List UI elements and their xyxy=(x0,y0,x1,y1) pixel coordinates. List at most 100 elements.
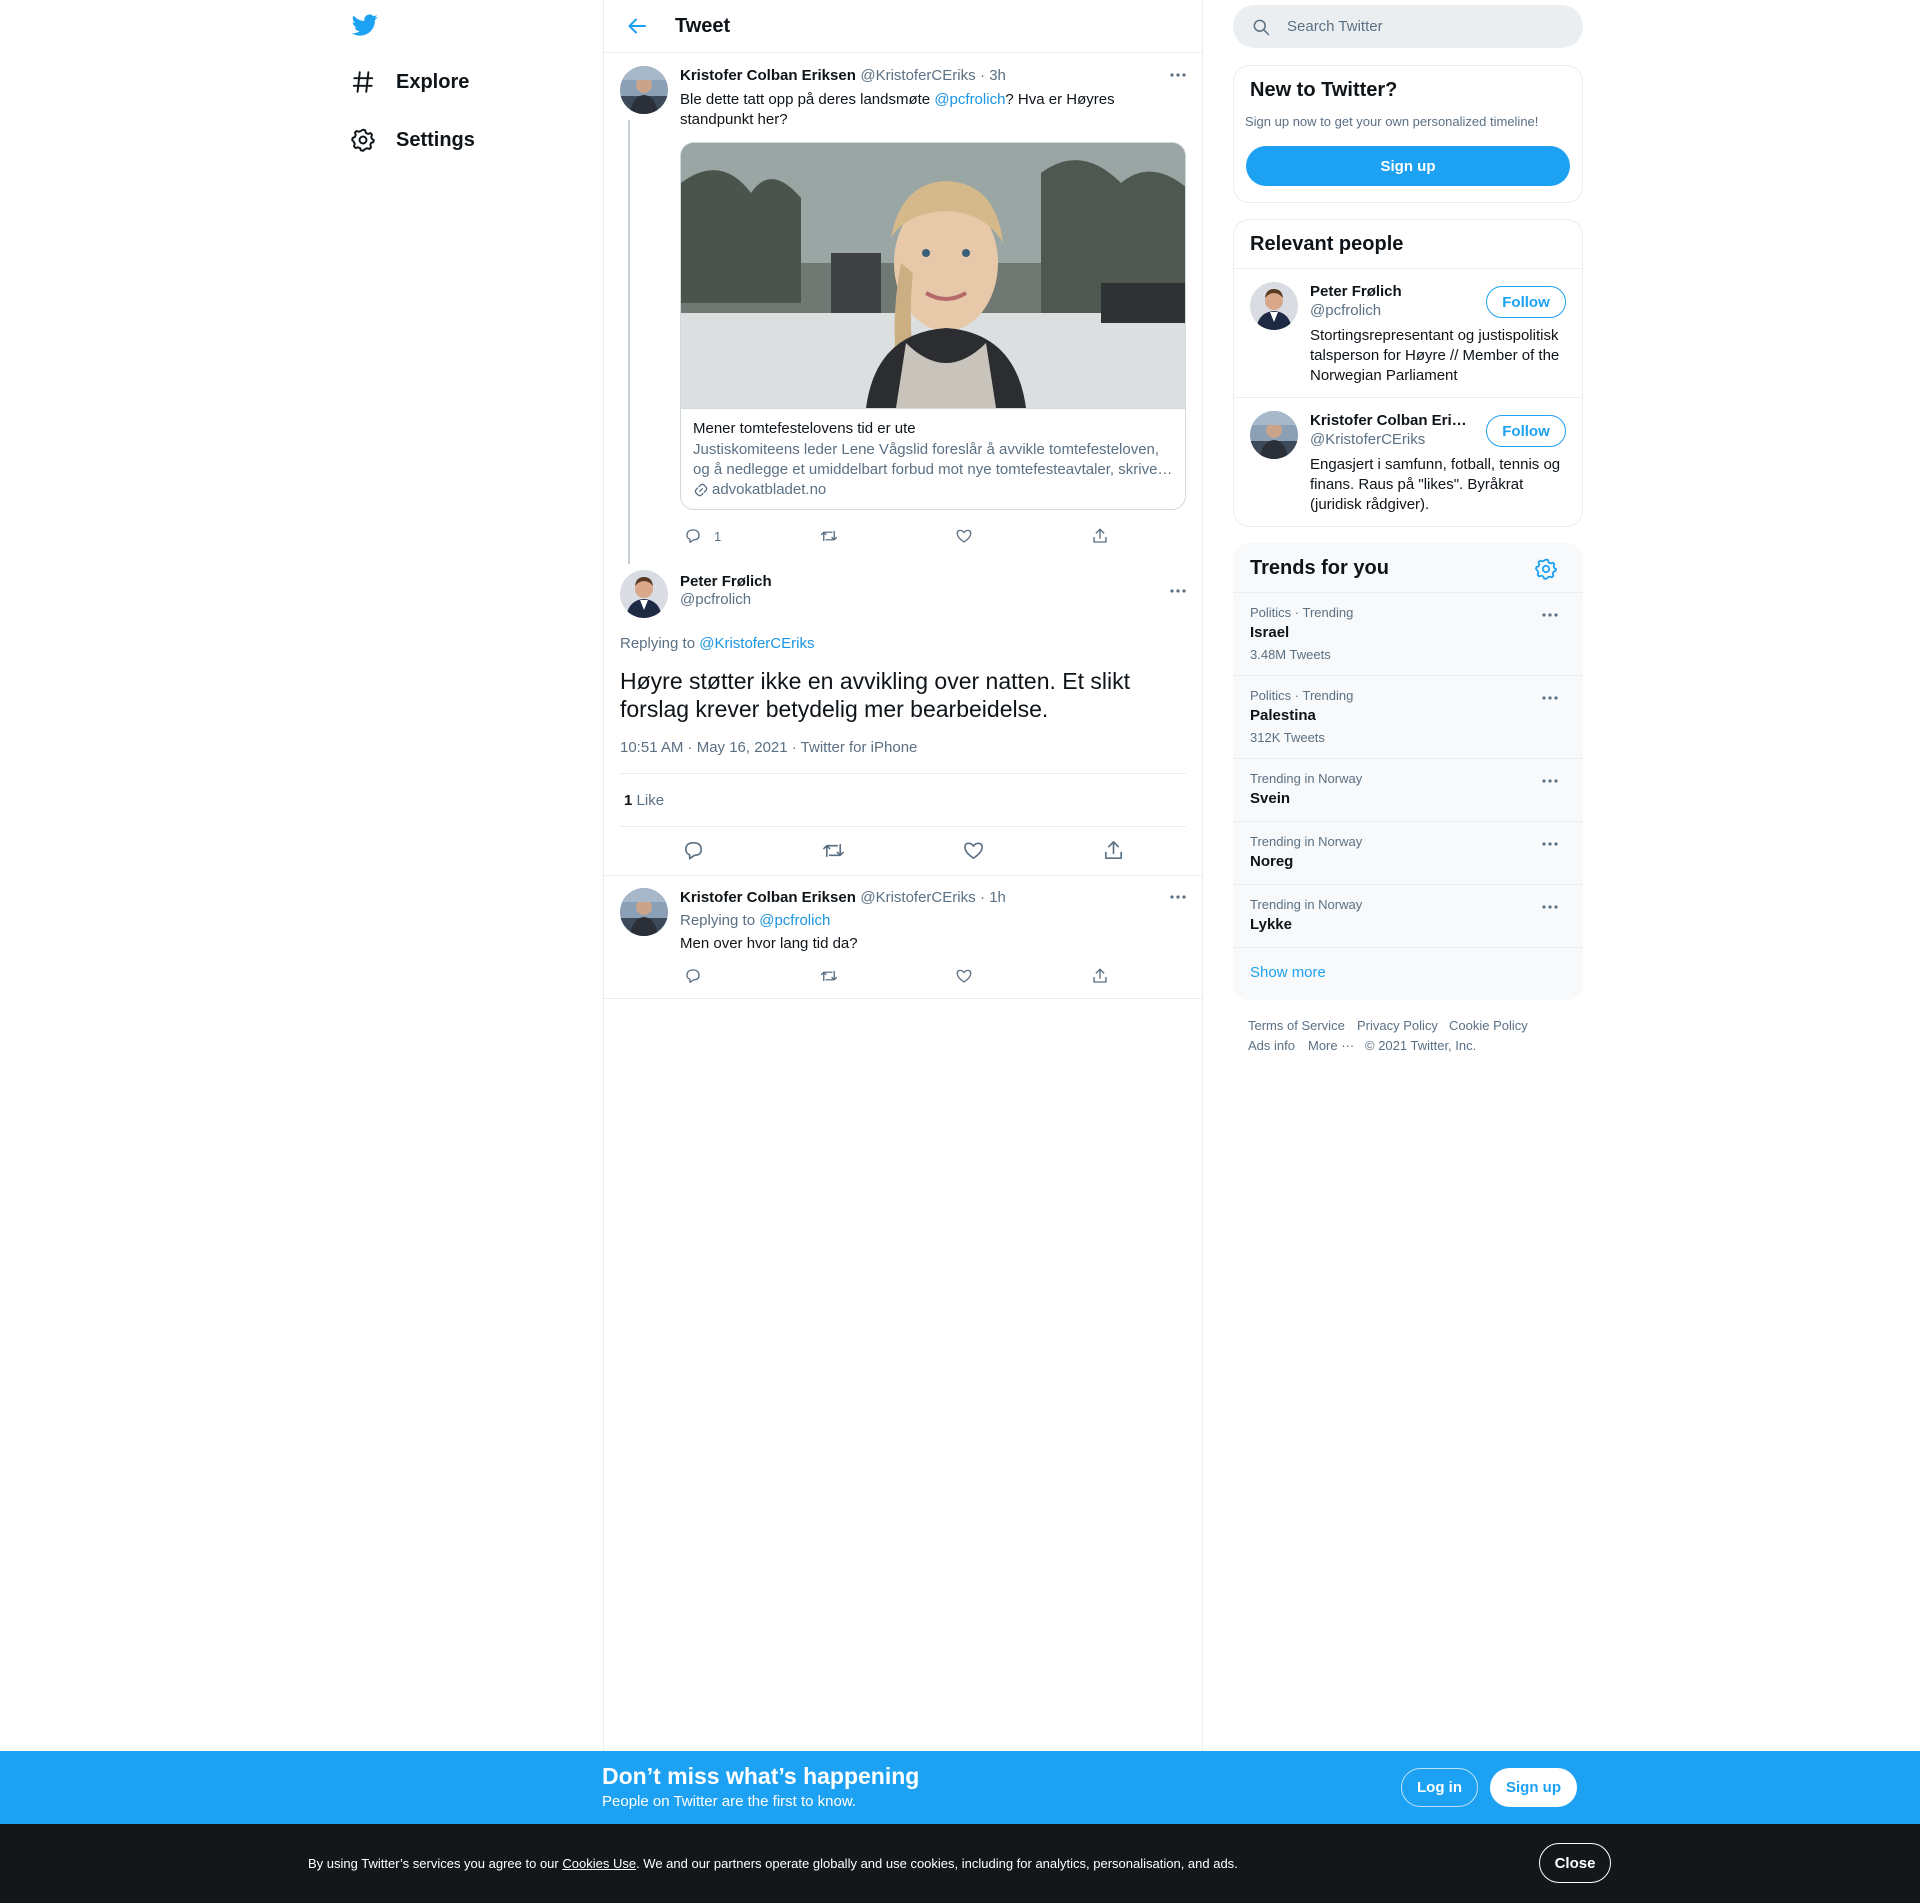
person-handle[interactable]: @pcfrolich xyxy=(1310,302,1402,319)
share-button[interactable] xyxy=(1091,527,1109,545)
copyright: © 2021 Twitter, Inc. xyxy=(1365,1038,1477,1053)
avatar[interactable] xyxy=(1250,411,1298,459)
author-handle[interactable]: @pcfrolich xyxy=(680,591,772,608)
heart-icon[interactable] xyxy=(955,967,973,985)
search-bar[interactable]: Search Twitter xyxy=(1233,5,1583,48)
cookie-policy-link[interactable]: Cookie Policy xyxy=(1449,1018,1528,1033)
reply-icon xyxy=(686,529,700,544)
signup-button[interactable]: Sign up xyxy=(1246,146,1570,186)
person-bio: Engasjert i samfunn, fotball, tennis og … xyxy=(1310,456,1561,513)
link-icon xyxy=(694,483,708,496)
more-options-icon[interactable] xyxy=(1168,581,1188,601)
like-button[interactable] xyxy=(955,527,973,545)
nav-settings[interactable]: Settings xyxy=(350,120,475,160)
tweet-timestamp[interactable]: 10:51 AM · May 16, 2021 · Twitter for iP… xyxy=(620,739,917,756)
trend-item[interactable]: Politics · Trending Palestina 312K Tweet… xyxy=(1234,675,1582,758)
share-icon[interactable] xyxy=(1091,967,1109,985)
reply-tweet[interactable]: Kristofer Colban Eriksen @KristoferCErik… xyxy=(604,876,1202,999)
more-options-icon[interactable] xyxy=(1168,887,1188,907)
trend-name: Palestina xyxy=(1250,707,1316,724)
gear-icon[interactable] xyxy=(1534,557,1558,581)
trend-item[interactable]: Trending in Norway Svein xyxy=(1234,758,1582,821)
trends-card: Trends for you Politics · Trending Israe… xyxy=(1233,543,1583,1000)
person-item[interactable]: Peter Frølich @pcfrolich Follow Storting… xyxy=(1234,268,1582,397)
author-name[interactable]: Kristofer Colban Eriksen xyxy=(680,67,856,84)
show-more-row: Show more xyxy=(1234,947,1582,999)
avatar[interactable] xyxy=(620,570,668,618)
more-options-icon[interactable] xyxy=(1540,688,1560,708)
author-name[interactable]: Peter Frølich xyxy=(680,573,772,590)
more-options-icon[interactable] xyxy=(1168,65,1188,85)
cookie-bar: By using Twitter’s services you agree to… xyxy=(0,1824,1920,1903)
banner-title: Don’t miss what’s happening xyxy=(602,1763,920,1789)
author-handle[interactable]: @KristoferCEriks xyxy=(860,889,975,906)
person-name[interactable]: Kristofer Colban Eri… xyxy=(1310,412,1467,429)
avatar[interactable] xyxy=(620,888,668,936)
author-handle[interactable]: @KristoferCEriks xyxy=(860,67,975,84)
tweet-time[interactable]: · 1h xyxy=(980,889,1006,906)
trend-meta: Trending in Norway xyxy=(1250,771,1363,786)
new-to-twitter-card: New to Twitter? Sign up now to get your … xyxy=(1233,65,1583,203)
person-handle[interactable]: @KristoferCEriks xyxy=(1310,431,1467,448)
trend-item[interactable]: Trending in Norway Lykke xyxy=(1234,884,1582,947)
retweet-icon[interactable] xyxy=(822,839,845,862)
trend-name: Svein xyxy=(1250,790,1291,807)
reply-count: 1 xyxy=(714,528,722,544)
more-options-icon[interactable] xyxy=(1540,771,1560,791)
trend-count: 3.48M Tweets xyxy=(1250,647,1331,662)
trend-item[interactable]: Politics · Trending Israel 3.48M Tweets xyxy=(1234,592,1582,675)
cookies-use-link[interactable]: Cookies Use xyxy=(562,1856,636,1871)
retweet-button[interactable] xyxy=(820,527,838,545)
more-link[interactable]: More ··· xyxy=(1308,1038,1354,1053)
banner-subtitle: People on Twitter are the first to know. xyxy=(602,1793,857,1810)
reply-icon[interactable] xyxy=(684,967,702,985)
more-options-icon[interactable] xyxy=(1540,897,1560,917)
ads-info-link[interactable]: Ads info xyxy=(1248,1038,1295,1053)
terms-link[interactable]: Terms of Service xyxy=(1248,1018,1345,1033)
privacy-link[interactable]: Privacy Policy xyxy=(1357,1018,1438,1033)
heart-icon[interactable] xyxy=(962,839,985,862)
search-input[interactable]: Search Twitter xyxy=(1287,18,1383,35)
trend-meta: Trending in Norway xyxy=(1250,834,1363,849)
replying-to-label: Replying to xyxy=(620,635,700,652)
likes-stat[interactable]: 1 Like xyxy=(624,792,664,809)
trend-name: Israel xyxy=(1250,624,1290,641)
follow-button[interactable]: Follow xyxy=(1486,415,1566,447)
trend-item[interactable]: Trending in Norway Noreg xyxy=(1234,821,1582,884)
mention-link[interactable]: @pcfrolich xyxy=(934,91,1005,108)
person-name[interactable]: Peter Frølich xyxy=(1310,283,1402,300)
reply-button[interactable]: 1 xyxy=(684,527,721,545)
replying-to-link[interactable]: @KristoferCEriks xyxy=(699,635,814,652)
author-name[interactable]: Kristofer Colban Eriksen xyxy=(680,889,856,906)
retweet-icon[interactable] xyxy=(820,967,838,985)
avatar[interactable] xyxy=(1250,282,1298,330)
nav-explore[interactable]: Explore xyxy=(350,62,469,102)
share-icon[interactable] xyxy=(1102,839,1125,862)
person-item[interactable]: Kristofer Colban Eri… @KristoferCEriks F… xyxy=(1234,397,1582,526)
show-more-link[interactable]: Show more xyxy=(1250,964,1326,981)
link-card-description: Justiskomiteens leder Lene Vågslid fores… xyxy=(693,441,1173,478)
twitter-logo-icon[interactable] xyxy=(350,12,380,38)
more-options-icon[interactable] xyxy=(1540,834,1560,854)
focused-tweet: Peter Frølich @pcfrolich Replying to @Kr… xyxy=(604,564,1202,876)
trend-meta: Politics · Trending xyxy=(1250,605,1354,620)
login-button[interactable]: Log in xyxy=(1401,1768,1478,1807)
avatar[interactable] xyxy=(620,66,668,114)
cookie-text-part: By using Twitter’s services you agree to… xyxy=(308,1856,563,1871)
more-options-icon[interactable] xyxy=(1540,605,1560,625)
banner-signup-button[interactable]: Sign up xyxy=(1490,1768,1577,1807)
tweet-text-part: Ble dette tatt opp på deres landsmøte xyxy=(680,91,935,108)
parent-tweet[interactable]: Kristofer Colban Eriksen @KristoferCErik… xyxy=(604,54,1202,564)
heart-icon xyxy=(956,529,972,543)
reply-icon[interactable] xyxy=(682,839,705,862)
hashtag-icon xyxy=(352,71,374,93)
trend-name: Lykke xyxy=(1250,916,1292,933)
follow-button[interactable]: Follow xyxy=(1486,286,1566,318)
tweet-time[interactable]: · 3h xyxy=(980,67,1006,84)
share-icon xyxy=(1093,528,1107,543)
close-button[interactable]: Close xyxy=(1539,1843,1611,1883)
link-card[interactable]: Mener tomtefestelovens tid er ute Justis… xyxy=(680,142,1186,510)
back-arrow-icon[interactable] xyxy=(625,14,649,38)
likes-label: Like xyxy=(636,792,665,809)
replying-to-link[interactable]: @pcfrolich xyxy=(759,912,830,929)
